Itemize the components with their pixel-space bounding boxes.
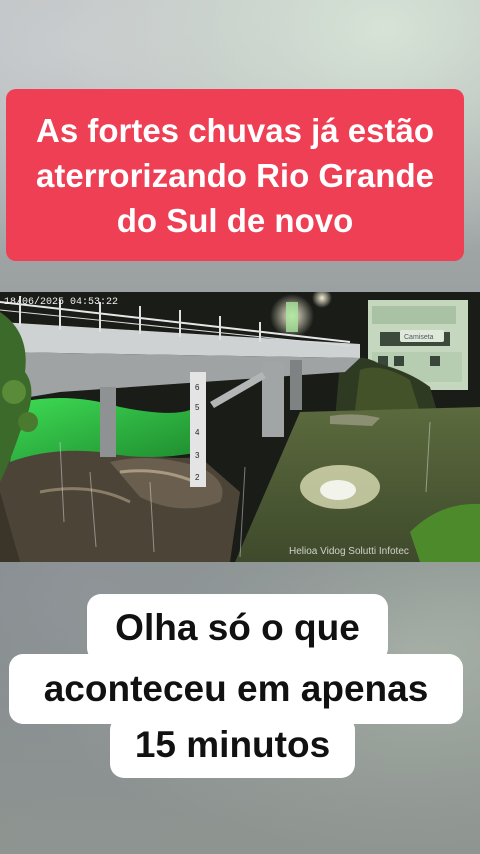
timestamp-overlay: 18/06/2025 04:53:22 xyxy=(4,296,118,308)
gauge-mark-6: 6 xyxy=(195,383,200,392)
top-caption-box: As fortes chuvas já estão aterrorizando … xyxy=(6,89,464,261)
cctv-flood-scene: Camiseta 6 5 4 3 2 18/06/2025 04:53:22 H… xyxy=(0,292,480,562)
building-sign: Camiseta xyxy=(404,334,434,341)
bottom-caption-line-3: 15 minutos xyxy=(110,716,355,778)
gauge-mark-3: 3 xyxy=(195,451,200,460)
top-caption-text: As fortes chuvas já estão aterrorizando … xyxy=(36,111,434,239)
watermark-overlay: Helioa Vidog Solutti Infotec xyxy=(289,546,409,557)
video-frame[interactable]: Camiseta 6 5 4 3 2 18/06/2025 04:53:22 H… xyxy=(0,292,480,562)
bottom-caption-line-1: Olha só o que xyxy=(87,594,388,662)
gauge-mark-5: 5 xyxy=(195,403,200,412)
gauge-mark-2: 2 xyxy=(195,473,200,482)
gauge-mark-4: 4 xyxy=(195,428,200,437)
bottom-caption-line-2: aconteceu em apenas xyxy=(9,654,463,724)
